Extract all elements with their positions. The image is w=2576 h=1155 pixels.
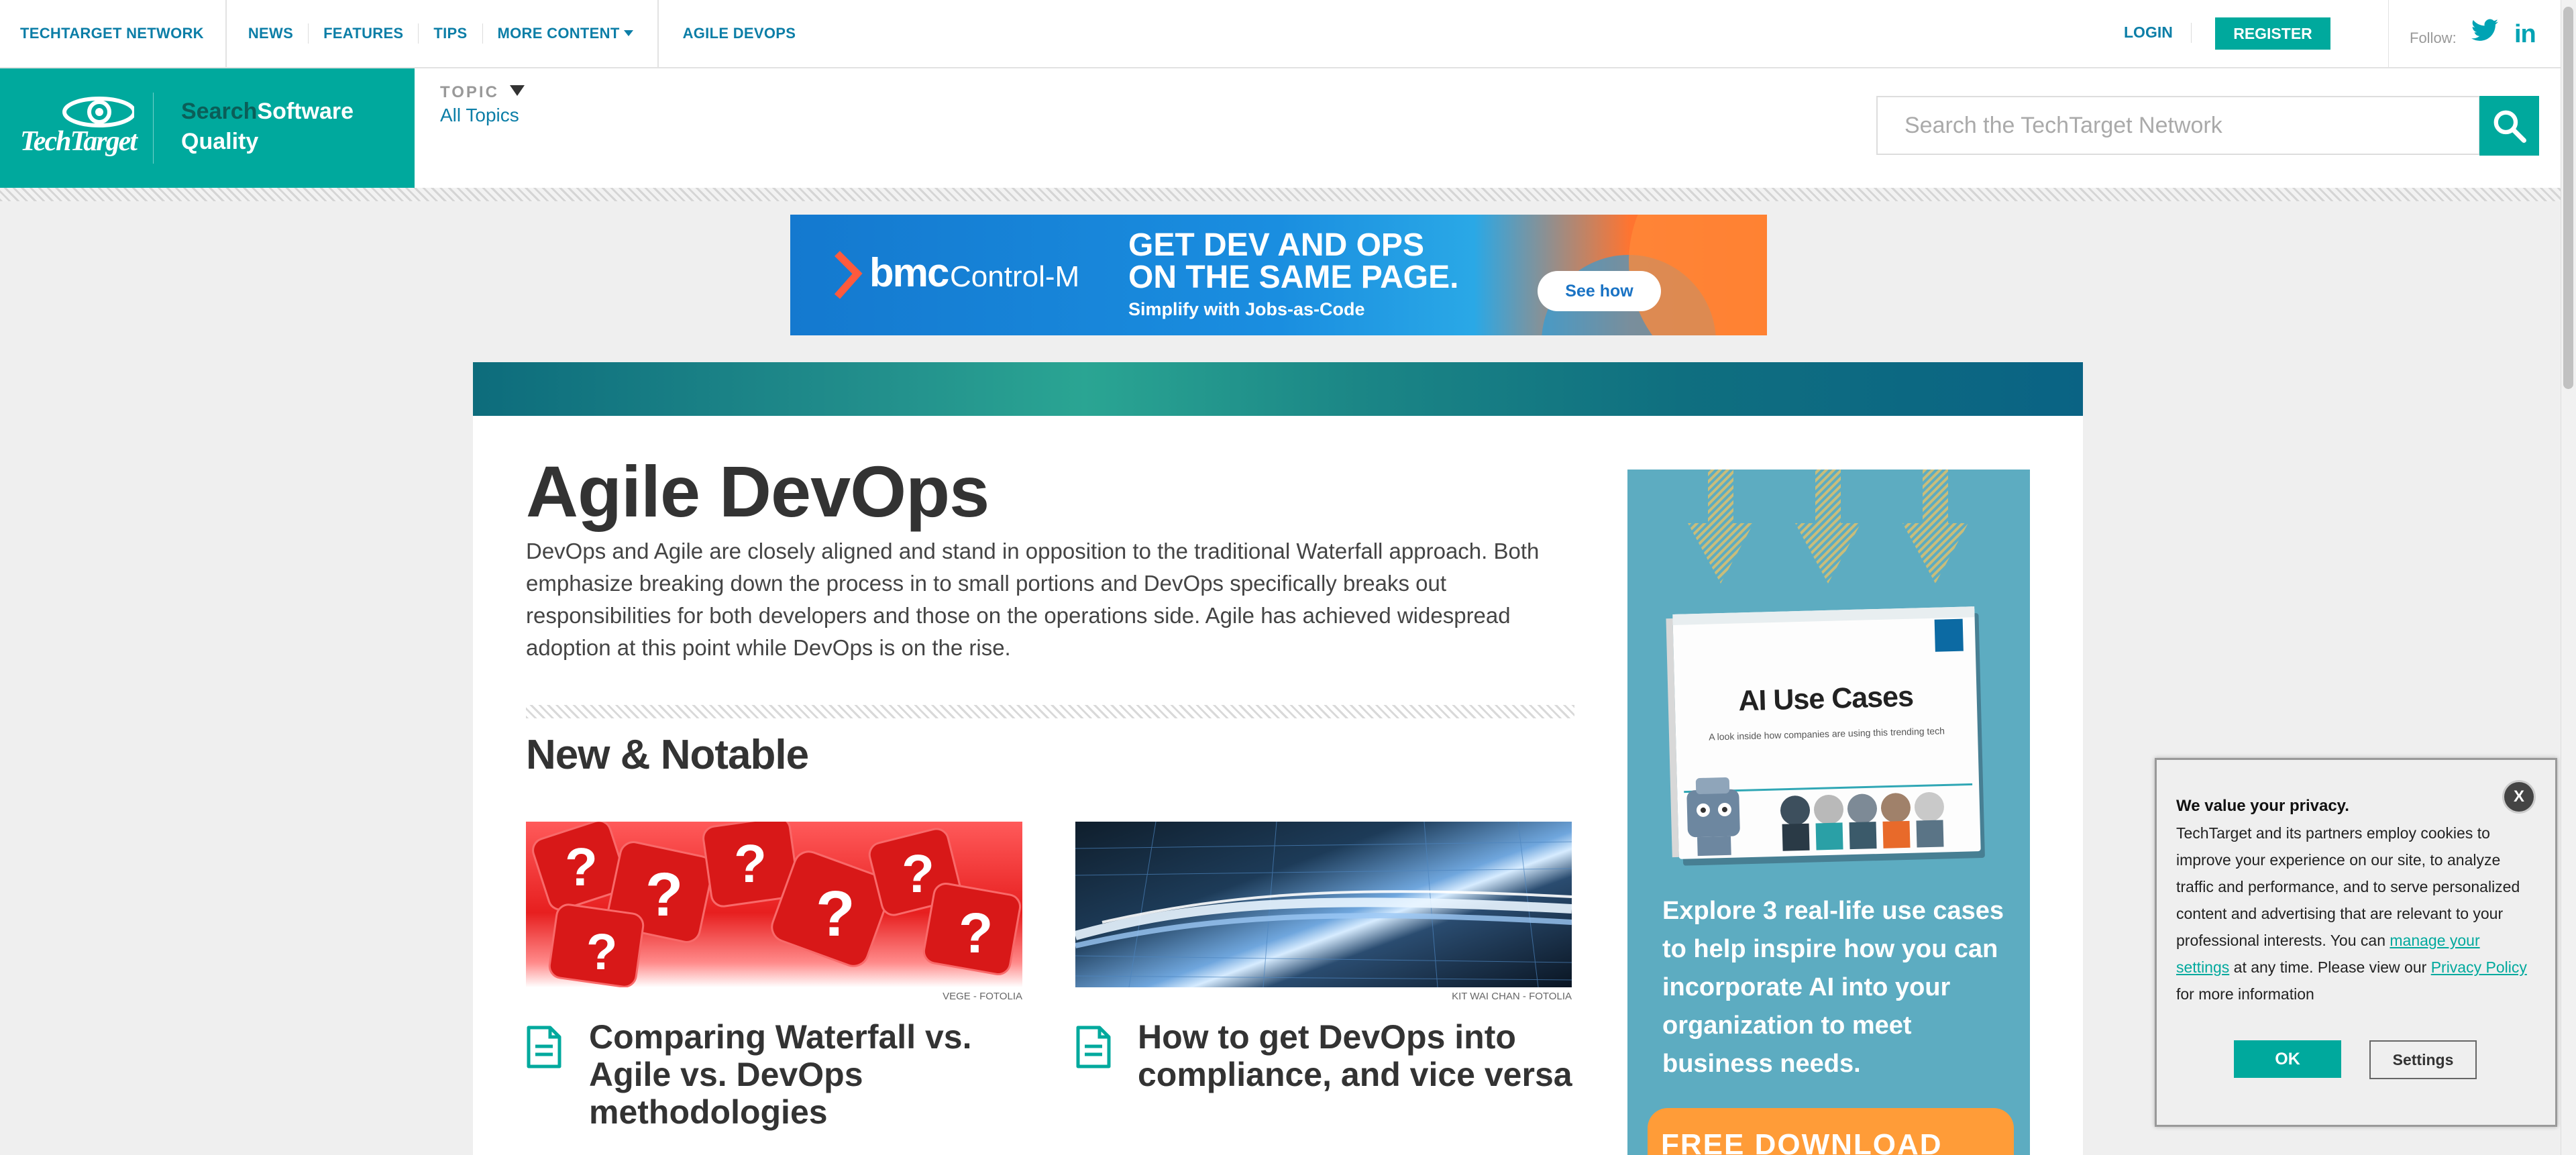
twitter-icon[interactable]	[2471, 19, 2498, 45]
svg-text:?: ?	[645, 861, 683, 929]
ebook-cover: AI Use Cases A look inside how companies…	[1666, 606, 1981, 859]
privacy-text: TechTarget and its partners employ cooki…	[2176, 824, 2520, 949]
site-name: SearchSoftware Quality	[181, 97, 354, 157]
site-name-part-1: Software	[257, 99, 354, 124]
section-hatch-divider	[526, 705, 1574, 718]
nav-more-content-label: MORE CONTENT	[497, 25, 620, 42]
ebook-title: AI Use Cases	[1737, 680, 1914, 718]
bmc-logo-icon	[834, 251, 863, 299]
privacy-policy-link[interactable]: Privacy Policy	[2431, 958, 2527, 976]
scrollbar-thumb[interactable]	[2563, 7, 2573, 389]
page-title: Agile DevOps	[526, 451, 989, 532]
top-nav-links: TECHTARGET NETWORK NEWS FEATURES TIPS MO…	[20, 0, 810, 67]
free-download-button[interactable]: FREE DOWNLOAD	[1648, 1108, 2014, 1155]
nav-techtarget-network[interactable]: TECHTARGET NETWORK	[20, 0, 227, 67]
nav-features[interactable]: FEATURES	[308, 23, 418, 44]
nav-more-content[interactable]: MORE CONTENT	[482, 23, 648, 44]
divider	[153, 93, 154, 164]
search-field[interactable]	[1876, 96, 2480, 155]
techtarget-wordmark: TechTarget	[20, 126, 138, 157]
divider	[2191, 23, 2192, 43]
search-button[interactable]	[2479, 96, 2539, 156]
article-title-link[interactable]: How to get DevOps into compliance, and v…	[1138, 1018, 1574, 1093]
ad-product: Control-M	[950, 260, 1080, 293]
ad-brand: bmc	[869, 250, 949, 295]
ebook-subtitle: A look inside how companies are using th…	[1708, 725, 1945, 742]
close-button[interactable]: X	[2504, 782, 2534, 812]
image-credit: KIT WAI CHAN - FOTOLIA	[1452, 991, 1572, 1002]
site-name-prefix: Search	[181, 99, 258, 124]
ad-headline-line-1: GET DEV AND OPS	[1128, 227, 1424, 263]
image-credit: VEGE - FOTOLIA	[943, 991, 1022, 1002]
header-hatch-divider	[0, 188, 2561, 201]
top-navigation-bar: TECHTARGET NETWORK NEWS FEATURES TIPS MO…	[0, 0, 2561, 68]
svg-text:?: ?	[816, 878, 855, 950]
ad-headline: GET DEV AND OPS ON THE SAME PAGE.	[1128, 229, 1459, 294]
login-link[interactable]: LOGIN	[2124, 23, 2173, 42]
article-document-icon	[1076, 1026, 1111, 1068]
search-input[interactable]	[1878, 97, 2479, 154]
site-brand[interactable]: TechTarget SearchSoftware Quality	[0, 68, 415, 188]
svg-text:?: ?	[734, 834, 767, 893]
follow-label: Follow:	[2410, 30, 2457, 46]
article-thumbnail-light-streak[interactable]	[1075, 822, 1572, 987]
search-icon	[2493, 110, 2526, 143]
book-corner-block	[1934, 618, 1964, 652]
article-thumbnail-question-dice[interactable]: ? ? ? ? ? ? ?	[526, 822, 1022, 987]
nav-news[interactable]: NEWS	[227, 23, 308, 44]
ad-subline: Simplify with Jobs-as-Code	[1128, 299, 1365, 319]
caret-down-icon[interactable]	[510, 85, 525, 96]
svg-text:?: ?	[959, 901, 993, 965]
svg-text:?: ?	[565, 837, 598, 897]
book-header-strip	[1672, 606, 1975, 625]
article-document-icon	[527, 1026, 561, 1068]
svg-text:?: ?	[586, 924, 617, 981]
side-ad-text: Explore 3 real-life use cases to help in…	[1662, 897, 2004, 1078]
privacy-message: TechTarget and its partners employ cooki…	[2176, 820, 2532, 1007]
page-description: DevOps and Agile are closely aligned and…	[526, 539, 1540, 660]
topic-selector[interactable]: All Topics	[440, 105, 519, 126]
nav-tips[interactable]: TIPS	[418, 23, 482, 44]
privacy-text: at any time. Please view our	[2229, 958, 2431, 976]
section-title: New & Notable	[526, 732, 809, 778]
topic-header-bar	[473, 362, 2083, 416]
question-dice-image: ? ? ? ? ? ? ?	[532, 822, 1022, 987]
privacy-heading: We value your privacy.	[2176, 797, 2349, 815]
linkedin-icon[interactable]: in	[2514, 20, 2536, 49]
ok-button[interactable]: OK	[2234, 1040, 2341, 1078]
register-button[interactable]: REGISTER	[2215, 17, 2330, 50]
down-arrows-icon	[1688, 470, 1968, 584]
ad-see-how-button[interactable]: See how	[1538, 271, 1661, 311]
site-name-part-2: Quality	[181, 129, 259, 154]
side-ad[interactable]: AI Use Cases A look inside how companies…	[1627, 470, 2030, 1155]
light-streak-image	[1075, 822, 1572, 987]
article-title-link[interactable]: Comparing Waterfall vs. Agile vs. DevOps…	[589, 1018, 991, 1131]
nav-agile-devops[interactable]: AGILE DEVOPS	[657, 0, 811, 67]
topic-label[interactable]: TOPIC	[440, 83, 499, 102]
robot-and-people-illustration	[1684, 777, 1973, 857]
privacy-text: for more information	[2176, 985, 2314, 1003]
banner-ad[interactable]: bmc Control-M GET DEV AND OPS ON THE SAM…	[790, 215, 1767, 335]
ad-headline-line-2: ON THE SAME PAGE.	[1128, 260, 1459, 295]
settings-button[interactable]: Settings	[2369, 1040, 2477, 1079]
caret-down-icon	[623, 30, 633, 36]
divider	[2388, 0, 2389, 67]
svg-text:?: ?	[902, 844, 934, 903]
